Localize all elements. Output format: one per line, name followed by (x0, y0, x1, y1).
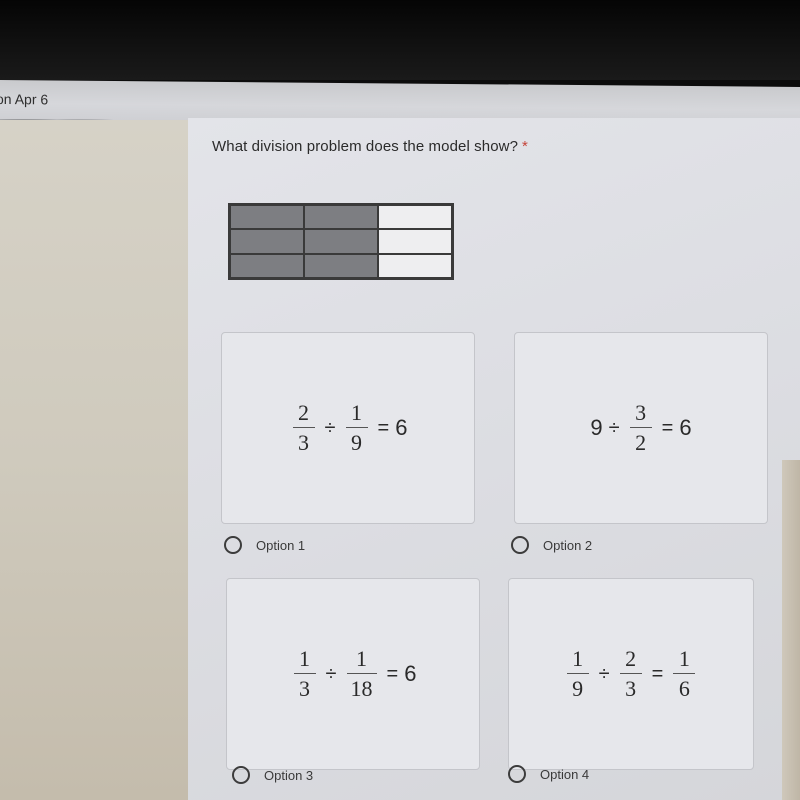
divide-sign: ÷ (608, 416, 620, 439)
option-3-image-card[interactable]: 1 3 ÷ 1 18 = 6 (226, 578, 480, 770)
model-cell-empty (378, 253, 452, 278)
whole-number: 9 (590, 415, 603, 440)
numerator: 3 (635, 399, 647, 425)
divide-sign: ÷ (598, 662, 610, 685)
option-3-label: Option 3 (264, 767, 314, 783)
header-date: on Apr 6 (0, 90, 49, 108)
fraction: 1 18 (346, 645, 377, 702)
whole-number: 6 (404, 661, 417, 686)
question-card: What division problem does the model sho… (188, 118, 800, 800)
equals-sign: = (651, 662, 664, 685)
denominator: 3 (298, 430, 310, 456)
model-cell-shaded (304, 205, 378, 230)
option-3-radio[interactable]: Option 3 (232, 766, 313, 784)
numerator: 2 (625, 645, 637, 671)
fraction: 32 (629, 399, 652, 456)
denominator: 2 (635, 430, 647, 456)
fraction-area-model (228, 203, 454, 280)
radio-circle-icon[interactable] (224, 536, 242, 554)
radio-circle-icon[interactable] (232, 766, 250, 784)
model-cell-shaded (230, 253, 304, 278)
fraction: 13 (293, 645, 316, 702)
option-4-radio[interactable]: Option 4 (508, 765, 589, 783)
option-2-label: Option 2 (543, 537, 593, 553)
radio-circle-icon[interactable] (511, 536, 529, 554)
equals-sign: = (386, 662, 399, 685)
fraction: 19 (345, 399, 368, 456)
numerator: 2 (298, 399, 310, 425)
whole-number: 6 (679, 415, 692, 440)
option-1-label: Option 1 (256, 537, 306, 553)
numerator: 1 (678, 645, 690, 671)
screen-bezel (0, 0, 800, 80)
divide-sign: ÷ (324, 416, 336, 439)
option-2-equation: 9 ÷ 3 2 = 6 (515, 333, 767, 523)
numerator: 1 (572, 645, 584, 671)
option-2-image-card[interactable]: 9 ÷ 3 2 = 6 (514, 332, 768, 524)
question-title: What division problem does the model sho… (212, 138, 528, 155)
option-1-radio[interactable]: Option 1 (224, 536, 305, 554)
fraction: 19 (566, 645, 589, 702)
option-4-image-card[interactable]: 1 9 ÷ 2 3 = 1 6 (508, 578, 754, 770)
model-cell-shaded (304, 229, 378, 254)
option-3-equation: 1 3 ÷ 1 18 = 6 (227, 579, 479, 769)
numerator: 1 (351, 399, 363, 425)
model-cell-shaded (304, 253, 378, 278)
denominator: 6 (678, 676, 690, 702)
model-cell-empty (378, 205, 452, 230)
left-side-panel (0, 120, 188, 800)
denominator: 9 (572, 676, 584, 702)
numerator: 1 (356, 645, 368, 671)
whole-number: 6 (395, 415, 408, 440)
divide-sign: ÷ (325, 662, 337, 685)
denominator: 3 (299, 676, 311, 702)
fraction: 23 (619, 645, 642, 702)
model-cell-empty (378, 229, 452, 254)
required-asterisk: * (522, 138, 528, 155)
question-text: What division problem does the model sho… (212, 138, 519, 155)
numerator: 1 (299, 645, 311, 671)
model-cell-shaded (230, 205, 304, 230)
option-4-label: Option 4 (540, 766, 590, 782)
denominator: 18 (350, 676, 373, 702)
option-1-equation: 2 3 ÷ 1 9 = 6 (222, 333, 474, 523)
fraction: 16 (673, 645, 696, 702)
denominator: 3 (625, 676, 637, 702)
option-1-image-card[interactable]: 2 3 ÷ 1 9 = 6 (221, 332, 475, 524)
denominator: 9 (351, 430, 363, 456)
option-4-equation: 1 9 ÷ 2 3 = 1 6 (509, 579, 753, 769)
equals-sign: = (661, 416, 674, 439)
radio-circle-icon[interactable] (508, 765, 526, 783)
option-2-radio[interactable]: Option 2 (511, 536, 592, 554)
desk-background (782, 460, 800, 800)
equals-sign: = (377, 416, 390, 439)
model-cell-shaded (230, 229, 304, 254)
fraction: 23 (292, 399, 315, 456)
